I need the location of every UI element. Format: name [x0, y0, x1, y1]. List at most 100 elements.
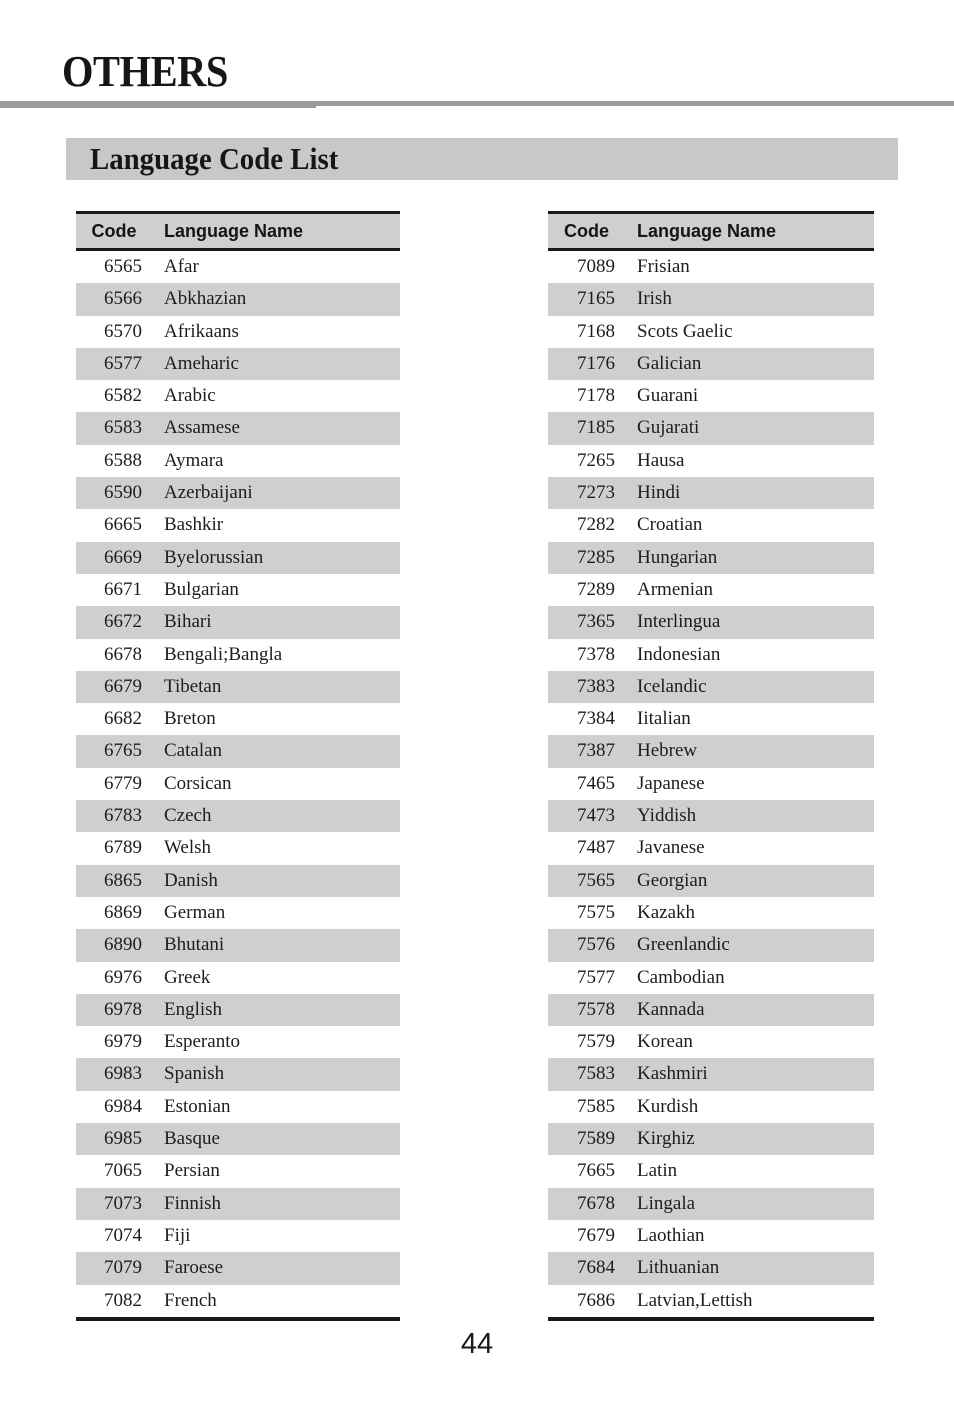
cell-code: 7273: [577, 482, 615, 504]
table-row: 6577 Ameharic: [76, 347, 400, 381]
table-row: 7165 Irish: [548, 283, 874, 316]
cell-language-name: Lingala: [637, 1192, 696, 1214]
cell-language-name: Galician: [637, 352, 702, 374]
cell-code: 6679: [104, 675, 142, 697]
cell-language-name: Indonesian: [637, 643, 721, 665]
cell-code: 6983: [104, 1063, 142, 1085]
cell-language-name: Hebrew: [637, 740, 698, 762]
cell-code: 7365: [577, 611, 615, 633]
cell-language-name: Basque: [164, 1128, 220, 1150]
cell-code: 7665: [577, 1160, 615, 1182]
cell-code: 6582: [104, 385, 142, 407]
cell-language-name: Estonian: [164, 1095, 231, 1117]
table-row: 7565 Georgian: [548, 864, 874, 897]
table-body: 7089 Frisian 7165 Irish 7168 Scots Gaelic 7176…: [548, 251, 874, 1321]
column-header-language-name: Language Name: [637, 221, 777, 241]
cell-code: 7585: [577, 1095, 615, 1117]
cell-code: 7185: [577, 417, 615, 439]
cell-language-name: Aymara: [164, 449, 224, 471]
cell-language-name: Kurdish: [637, 1095, 699, 1117]
cell-code: 7387: [577, 740, 615, 762]
cell-code: 6672: [104, 611, 142, 633]
table-row: 7065 Persian: [76, 1155, 400, 1188]
table-row: 6678 Bengali;Bangla: [76, 638, 400, 671]
table-row: 7384 Iitalian: [548, 703, 874, 736]
cell-code: 7378: [577, 643, 615, 665]
cell-code: 6976: [104, 966, 142, 988]
cell-language-name: Tibetan: [164, 675, 222, 697]
cell-code: 6566: [104, 288, 142, 310]
cell-language-name: Breton: [164, 708, 216, 730]
table-row: 7074 Fiji: [76, 1219, 400, 1253]
table-row: 7273 Hindi: [548, 477, 874, 510]
table-row: 6865 Danish: [76, 864, 400, 897]
cell-code: 7473: [577, 805, 615, 827]
table-row: 6588 Aymara: [76, 444, 400, 478]
cell-language-name: Bashkir: [164, 514, 224, 536]
table-row: 7578 Kannada: [548, 993, 874, 1027]
cell-language-name: Greenlandic: [637, 934, 730, 956]
cell-code: 6869: [104, 901, 142, 923]
section-title: Language Code List: [90, 141, 339, 176]
table-row: 7282 Croatian: [548, 509, 874, 542]
language-code-table-right: Code Language Name 7089 Frisian 7165 Irish 7…: [548, 211, 874, 1321]
cell-code: 6682: [104, 708, 142, 730]
table-row: 7576 Greenlandic: [548, 929, 874, 962]
cell-language-name: Irish: [637, 288, 672, 310]
cell-language-name: Kashmiri: [637, 1063, 708, 1085]
table-row: 7577 Cambodian: [548, 961, 874, 994]
cell-code: 7578: [577, 998, 615, 1020]
cell-language-name: Kazakh: [637, 901, 696, 923]
cell-language-name: Czech: [164, 805, 212, 827]
table-row: 6979 Esperanto: [76, 1026, 400, 1059]
table-row: 6789 Welsh: [76, 832, 400, 865]
table-row: 6590 Azerbaijani: [76, 477, 400, 510]
cell-language-name: English: [164, 998, 223, 1020]
cell-code: 7579: [577, 1031, 615, 1053]
cell-language-name: Abkhazian: [164, 288, 247, 310]
cell-code: 7265: [577, 449, 615, 471]
table-row: 6672 Bihari: [76, 606, 400, 639]
cell-language-name: Hindi: [637, 482, 681, 504]
cell-language-name: Fiji: [164, 1224, 191, 1246]
cell-code: 7289: [577, 578, 615, 600]
cell-language-name: Greek: [164, 966, 211, 988]
cell-code: 6577: [104, 352, 142, 374]
cell-code: 7384: [577, 708, 615, 730]
cell-language-name: Welsh: [164, 837, 212, 859]
cell-code: 7575: [577, 901, 615, 923]
cell-code: 6570: [104, 320, 142, 342]
cell-code: 7073: [104, 1192, 142, 1214]
cell-code: 6583: [104, 417, 142, 439]
cell-code: 7565: [577, 869, 615, 891]
table-row: 7465 Japanese: [548, 767, 874, 801]
cell-language-name: Korean: [637, 1031, 693, 1053]
cell-language-name: Javanese: [637, 837, 705, 859]
table-row: 6983 Spanish: [76, 1058, 400, 1091]
header-rule-thick-segment: [0, 101, 316, 108]
table-row: 7383 Icelandic: [548, 670, 874, 704]
table-row: 7684 Lithuanian: [548, 1252, 874, 1285]
table-row: 6682 Breton: [76, 703, 400, 736]
cell-language-name: Hausa: [637, 449, 685, 471]
table-row: 6890 Bhutani: [76, 929, 400, 962]
table-row: 6783 Czech: [76, 800, 400, 833]
table-row: 7473 Yiddish: [548, 800, 874, 833]
cell-language-name: Icelandic: [637, 675, 707, 697]
cell-code: 7576: [577, 934, 615, 956]
cell-language-name: French: [164, 1289, 217, 1311]
cell-code: 6779: [104, 772, 142, 794]
table-row: 7585 Kurdish: [548, 1090, 874, 1124]
cell-code: 6565: [104, 256, 142, 277]
cell-language-name: Afar: [164, 256, 199, 277]
table-row: 7168 Scots Gaelic: [548, 315, 874, 348]
cell-language-name: Bhutani: [164, 934, 225, 956]
cell-code: 7686: [577, 1289, 615, 1311]
table-row: 6566 Abkhazian: [76, 283, 400, 316]
cell-language-name: Corsican: [164, 772, 232, 794]
cell-language-name: Persian: [164, 1160, 220, 1182]
table-row: 7678 Lingala: [548, 1187, 874, 1220]
cell-language-name: Kirghiz: [637, 1128, 695, 1150]
table-row: 7679 Laothian: [548, 1219, 874, 1253]
cell-code: 7168: [577, 320, 615, 342]
